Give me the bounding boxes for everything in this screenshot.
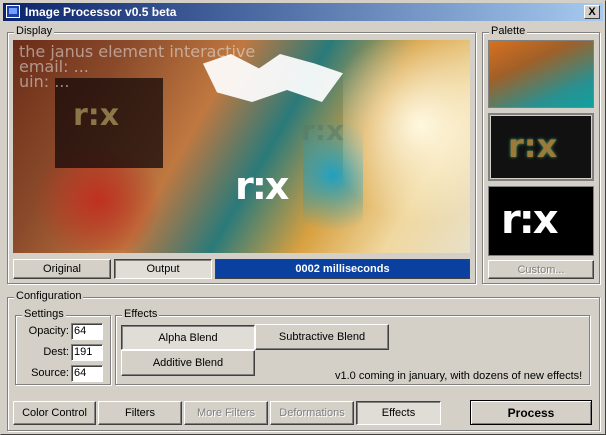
configuration-legend: Configuration: [14, 290, 84, 302]
timing-status: 0002 milliseconds: [215, 259, 470, 279]
subtractive-blend-button[interactable]: Subtractive Blend: [255, 324, 389, 350]
title-bar[interactable]: Image Processor v0.5 beta X: [3, 3, 603, 21]
tab-color-control[interactable]: Color Control: [13, 401, 96, 425]
image-blob: [343, 40, 470, 253]
swatch-logo: r:x: [508, 127, 558, 165]
palette-legend: Palette: [489, 25, 528, 37]
window-title: Image Processor v0.5 beta: [25, 5, 177, 19]
alpha-blend-button[interactable]: Alpha Blend: [121, 325, 255, 350]
image-logo: r:x: [235, 164, 289, 208]
output-button[interactable]: Output: [114, 259, 212, 279]
effects-note: v1.0 coming in january, with dozens of n…: [335, 370, 583, 382]
source-label: Source:: [31, 367, 69, 379]
opacity-label: Opacity:: [28, 325, 69, 337]
dest-label: Dest:: [43, 346, 69, 358]
process-button[interactable]: Process: [470, 400, 592, 425]
close-button[interactable]: X: [584, 5, 600, 19]
effects-legend: Effects: [122, 308, 160, 320]
dest-field[interactable]: 191: [71, 344, 103, 361]
swatch-logo: r:x: [501, 197, 559, 243]
palette-swatch-logo[interactable]: r:x: [488, 186, 594, 256]
palette-swatch-gradient[interactable]: [488, 40, 594, 108]
settings-legend: Settings: [22, 308, 66, 320]
display-canvas: the janus element interactive email: ...…: [13, 40, 470, 253]
additive-blend-button[interactable]: Additive Blend: [121, 350, 255, 376]
opacity-field[interactable]: 64: [71, 323, 103, 340]
custom-palette-button[interactable]: Custom...: [488, 260, 594, 279]
image-processor-window: Image Processor v0.5 beta X Display the …: [0, 0, 606, 435]
tab-filters[interactable]: Filters: [98, 401, 182, 425]
tab-more-filters[interactable]: More Filters: [184, 401, 268, 425]
image-white-shape: [203, 54, 343, 102]
image-logo-faint: r:x: [301, 114, 345, 147]
tab-effects[interactable]: Effects: [356, 401, 441, 425]
display-legend: Display: [14, 25, 55, 37]
original-button[interactable]: Original: [13, 259, 111, 279]
tab-deformations[interactable]: Deformations: [270, 401, 354, 425]
palette-swatch-logo-selected[interactable]: r:x: [488, 113, 594, 181]
app-monitor-icon: [6, 5, 20, 18]
source-field[interactable]: 64: [71, 365, 103, 382]
image-logo-faint: r:x: [73, 98, 120, 133]
